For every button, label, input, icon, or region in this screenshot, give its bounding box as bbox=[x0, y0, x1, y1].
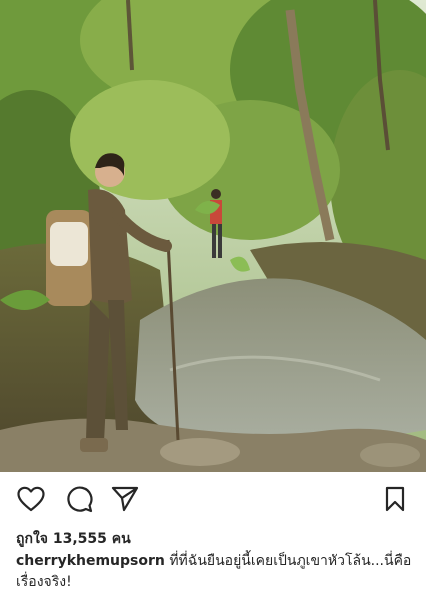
bookmark-icon bbox=[385, 486, 405, 512]
paper-plane-icon bbox=[111, 486, 139, 512]
save-button[interactable] bbox=[380, 484, 410, 514]
forest-scene-image bbox=[0, 0, 426, 472]
caption-username[interactable]: cherrykhemupsorn bbox=[16, 553, 165, 569]
post-photo[interactable] bbox=[0, 0, 426, 472]
heart-outline-icon bbox=[17, 486, 45, 512]
post-action-bar bbox=[0, 472, 426, 526]
speech-bubble-icon bbox=[67, 486, 93, 513]
like-button[interactable] bbox=[16, 484, 46, 514]
post-caption: cherrykhemupsorn ที่ที่ฉันยืนอยู่นี้เคยเ… bbox=[16, 551, 412, 593]
comment-button[interactable] bbox=[64, 484, 94, 514]
likes-count[interactable]: ถูกใจ 13,555 คน bbox=[16, 528, 131, 550]
share-button[interactable] bbox=[110, 484, 140, 514]
